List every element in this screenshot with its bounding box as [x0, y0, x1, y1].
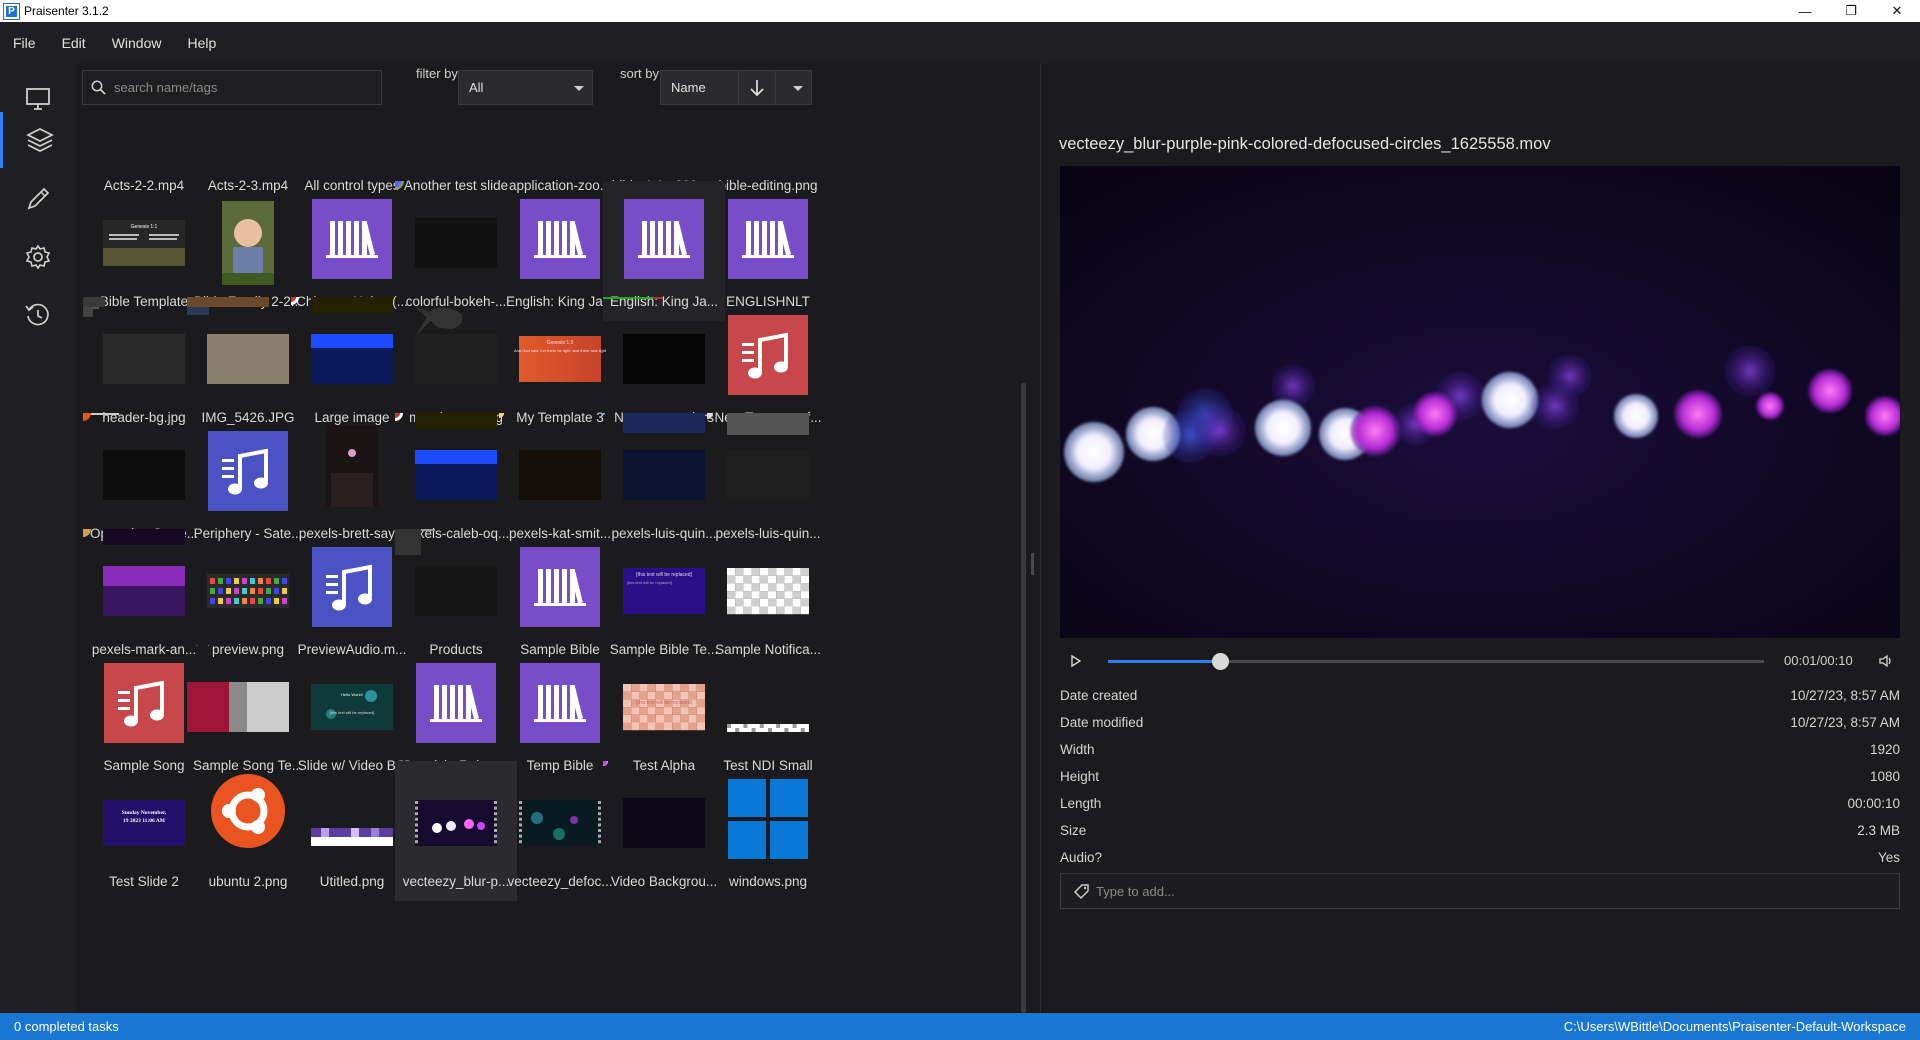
- property-value: Yes: [1877, 850, 1900, 865]
- property-value: 2.3 MB: [1857, 823, 1900, 838]
- property-row: Length 00:00:10: [1060, 791, 1900, 818]
- search-input[interactable]: search name/tags: [114, 80, 217, 95]
- playback-controls: 00:01/00:10: [1060, 646, 1900, 676]
- sort-direction-button[interactable]: [738, 70, 776, 105]
- property-row: Date created 10/27/23, 8:57 AM: [1060, 683, 1900, 710]
- property-value: 00:00:10: [1847, 796, 1900, 811]
- menu-window[interactable]: Window: [112, 35, 162, 51]
- search-box[interactable]: search name/tags: [82, 70, 382, 105]
- property-key: Audio?: [1060, 850, 1103, 865]
- library-item-thumbnail: [707, 529, 829, 641]
- property-row: Width 1920: [1060, 737, 1900, 764]
- nav-history[interactable]: [0, 279, 76, 351]
- navigation-rail: [0, 63, 76, 1013]
- property-key: Date modified: [1060, 715, 1144, 730]
- svg-text:Genesis 1:1: Genesis 1:1: [131, 224, 158, 230]
- time-display: 00:01/00:10: [1784, 653, 1853, 668]
- sort-select[interactable]: Name: [660, 70, 812, 105]
- library-item-thumbnail: [707, 113, 829, 177]
- library-grid: Acts-2-2.mp4 Acts-2-3.mp4 All control type…: [76, 113, 1020, 1013]
- property-key: Height: [1060, 769, 1100, 784]
- property-value: 10/27/23, 8:57 AM: [1790, 715, 1900, 730]
- video-player[interactable]: [1060, 166, 1900, 638]
- maximize-button[interactable]: ❐: [1828, 0, 1874, 22]
- chevron-down-icon: [793, 86, 803, 91]
- volume-icon[interactable]: [1878, 653, 1894, 669]
- svg-text:And God said, Let there be lig: And God said, Let there be light: and th…: [514, 348, 607, 353]
- svg-text:Hello World!: Hello World!: [341, 692, 363, 697]
- library-panel: search name/tags filter by All sort by N…: [76, 63, 1026, 1013]
- menu-help[interactable]: Help: [187, 35, 216, 51]
- library-item-thumbnail: [707, 297, 829, 409]
- svg-text:Sunday November,: Sunday November,: [122, 810, 167, 816]
- seek-progress: [1108, 660, 1220, 663]
- preview-panel: vecteezy_blur-purple-pink-colored-defocu…: [1040, 63, 1920, 1013]
- svg-text:19 2023 11:06 AM: 19 2023 11:06 AM: [123, 818, 166, 824]
- presentation-icon: [26, 88, 50, 110]
- svg-text:[this text will be replaced]: [this text will be replaced]: [627, 580, 672, 585]
- filter-value: All: [469, 80, 484, 95]
- menu-edit[interactable]: Edit: [62, 35, 86, 51]
- library-item-thumbnail: [707, 761, 829, 873]
- property-key: Length: [1060, 796, 1102, 811]
- status-bar: 0 completed tasks C:\Users\WBittle\Docum…: [0, 1013, 1920, 1040]
- task-status: 0 completed tasks: [14, 1019, 119, 1034]
- search-icon: [91, 80, 106, 95]
- library-item[interactable]: windows.png: [707, 761, 829, 901]
- library-icon: [25, 128, 54, 152]
- filter-select[interactable]: All: [458, 70, 593, 105]
- svg-text:[this text will be replaced]: [this text will be replaced]: [636, 700, 692, 706]
- tags-field[interactable]: Type to add...: [1060, 873, 1900, 909]
- property-row: Audio? Yes: [1060, 845, 1900, 872]
- nav-library[interactable]: [0, 112, 76, 168]
- play-icon[interactable]: [1070, 654, 1082, 668]
- app-logo-icon: P: [3, 2, 20, 20]
- settings-icon: [25, 244, 51, 270]
- preview-filename: vecteezy_blur-purple-pink-colored-defocu…: [1059, 135, 1551, 153]
- tags-input[interactable]: Type to add...: [1096, 884, 1175, 899]
- svg-text:[this text will be replaced]: [this text will be replaced]: [636, 572, 692, 578]
- property-value: 1920: [1869, 742, 1900, 757]
- workspace-path: C:\Users\WBittle\Documents\Praisenter-De…: [1563, 1019, 1906, 1034]
- svg-text:[this text will be replaced]: [this text will be replaced]: [330, 710, 375, 715]
- property-row: Size 2.3 MB: [1060, 818, 1900, 845]
- property-row: Height 1080: [1060, 764, 1900, 791]
- history-icon: [25, 303, 49, 326]
- panel-splitter[interactable]: [1026, 63, 1040, 1013]
- title-bar: P Praisenter 3.1.2 — ❐ ✕: [0, 0, 1920, 22]
- minimize-button[interactable]: —: [1782, 0, 1828, 22]
- svg-text:[this text will be replaced]: [this text will be replaced]: [187, 645, 209, 646]
- sort-value: Name: [671, 80, 706, 95]
- close-button[interactable]: ✕: [1874, 0, 1920, 22]
- property-row: Date modified 10/27/23, 8:57 AM: [1060, 710, 1900, 737]
- edit-icon: [27, 187, 50, 210]
- menu-file[interactable]: File: [13, 35, 36, 51]
- property-key: Size: [1060, 823, 1087, 838]
- property-key: Date created: [1060, 688, 1138, 703]
- window-title: Praisenter 3.1.2: [24, 4, 109, 18]
- splitter-grip[interactable]: [1031, 553, 1034, 575]
- library-item-label: windows.png: [728, 874, 808, 889]
- tag-icon: [1074, 883, 1089, 899]
- svg-text:Genesis 1:3: Genesis 1:3: [547, 340, 574, 346]
- property-value: 10/27/23, 8:57 AM: [1790, 688, 1900, 703]
- chevron-down-icon: [574, 86, 584, 91]
- filter-label: filter by: [416, 66, 458, 81]
- seek-handle[interactable]: [1211, 653, 1229, 670]
- video-frame: [1060, 166, 1900, 638]
- media-properties: Date created 10/27/23, 8:57 AM Date modifi…: [1060, 683, 1900, 872]
- library-item-thumbnail: [707, 413, 829, 525]
- property-value: 1080: [1869, 769, 1900, 784]
- property-key: Width: [1060, 742, 1095, 757]
- library-item-thumbnail: [707, 645, 829, 757]
- arrow-down-icon: [750, 79, 764, 96]
- menu-bar: File Edit Window Help: [0, 22, 1920, 63]
- library-item-thumbnail: [707, 181, 829, 293]
- sort-label: sort by: [620, 66, 660, 81]
